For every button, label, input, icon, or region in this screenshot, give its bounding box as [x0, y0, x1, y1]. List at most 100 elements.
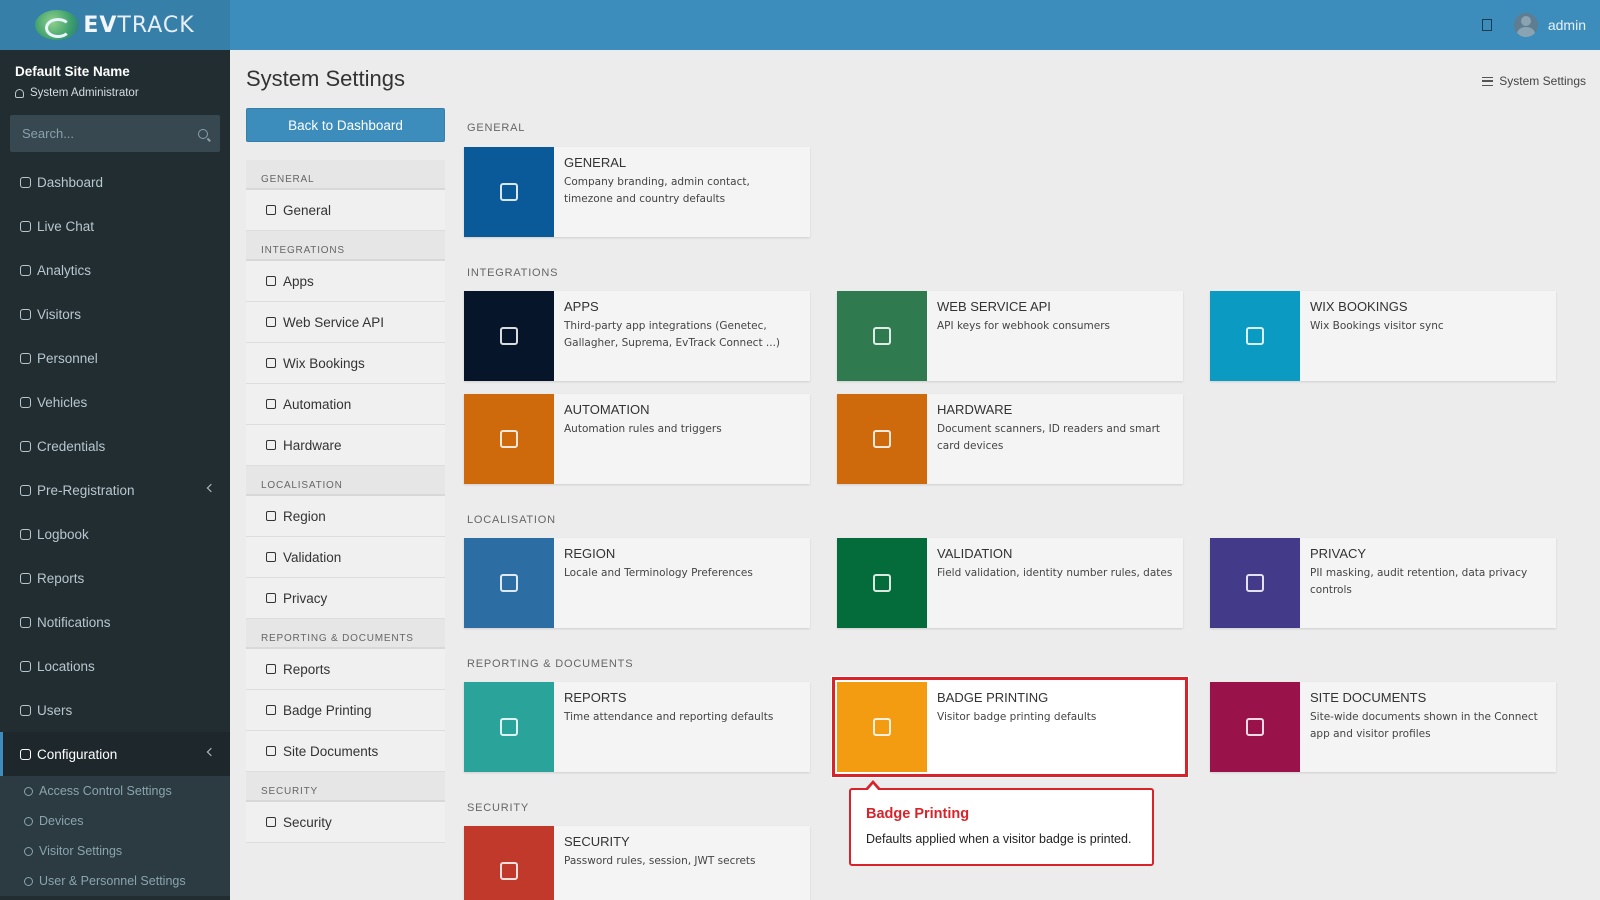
card-general[interactable]: GENERAL Company branding, admin contact, … [464, 147, 810, 237]
search-icon[interactable] [198, 128, 208, 139]
user-name: admin [1547, 17, 1586, 33]
card-title: AUTOMATION [564, 402, 650, 417]
section-general: GENERAL [467, 122, 526, 134]
site-name: Default Site Name [15, 64, 130, 79]
card-desc: Locale and Terminology Preferences [564, 567, 753, 579]
section-reporting: REPORTING & DOCUMENTS [467, 658, 634, 670]
privacy-tile [1210, 538, 1300, 628]
menu-item-apps[interactable]: Apps [246, 261, 445, 302]
card-title: REGION [564, 546, 616, 561]
card-reports[interactable]: REPORTS Time attendance and reporting def… [464, 682, 810, 772]
card-validation[interactable]: VALIDATION Field validation, identity num… [837, 538, 1183, 628]
menu-item-region[interactable]: Region [246, 496, 445, 537]
submenu-item-devices[interactable]: Devices [0, 806, 230, 836]
menu-item-site-documents[interactable]: Site Documents [246, 731, 445, 772]
menu-item-privacy[interactable]: Privacy [246, 578, 445, 619]
tooltip-title: Badge Printing [866, 806, 970, 822]
sidebar-item-reports[interactable]: Reports [0, 556, 230, 600]
sidebar-item-label: Users [37, 702, 73, 718]
circle-icon [24, 816, 33, 826]
headset-icon [20, 220, 31, 232]
submenu-item-access-control-settings[interactable]: Access Control Settings [0, 776, 230, 806]
card-desc: Time attendance and reporting defaults [564, 711, 774, 723]
sidebar-item-visitors[interactable]: Visitors [0, 292, 230, 336]
check-circle-icon [873, 574, 891, 592]
card-region[interactable]: REGION Locale and Terminology Preferences [464, 538, 810, 628]
apps-tile [464, 291, 554, 381]
sidebar-item-locations[interactable]: Locations [0, 644, 230, 688]
card-desc: Company branding, admin contact, timezon… [564, 176, 750, 205]
sidebar-item-logbook[interactable]: Logbook [0, 512, 230, 556]
sidebar-item-users[interactable]: Users [0, 688, 230, 732]
dashboard-icon [20, 176, 31, 188]
menu-item-general[interactable]: General [246, 190, 445, 231]
card-title: BADGE PRINTING [937, 690, 1049, 705]
webapi-tile [837, 291, 927, 381]
menu-item-label: Site Documents [283, 743, 379, 759]
sidebar-search-input[interactable]: Search... [10, 115, 220, 152]
menu-item-web-service-api[interactable]: Web Service API [246, 302, 445, 343]
sidebar-item-live-chat[interactable]: Live Chat [0, 204, 230, 248]
card-badge-printing[interactable]: BADGE PRINTING Visitor badge printing def… [832, 677, 1188, 777]
menu-item-hardware[interactable]: Hardware [246, 425, 445, 466]
menu-item-icon [266, 593, 276, 603]
menu-item-icon [266, 276, 276, 286]
card-web-service-api[interactable]: WEB SERVICE API API keys for webhook cons… [837, 291, 1183, 381]
people-icon [20, 352, 31, 364]
sidebar-item-personnel[interactable]: Personnel [0, 336, 230, 380]
menu-item-wix-bookings[interactable]: Wix Bookings [246, 343, 445, 384]
card-desc: Automation rules and triggers [564, 423, 722, 435]
search-placeholder: Search... [22, 126, 75, 141]
menu-item-reports[interactable]: Reports [246, 649, 445, 690]
card-title: SITE DOCUMENTS [1310, 690, 1427, 705]
card-automation[interactable]: AUTOMATION Automation rules and triggers [464, 394, 810, 484]
card-wix-bookings[interactable]: WIX BOOKINGS Wix Bookings visitor sync [1210, 291, 1556, 381]
back-to-dashboard-button[interactable]: Back to Dashboard [246, 108, 445, 142]
bar-chart-icon [500, 718, 518, 736]
card-title: PRIVACY [1310, 546, 1367, 561]
chevron-left-icon [206, 483, 216, 493]
sliders-icon [1482, 76, 1494, 86]
content-area: System Settings System Settings Back to … [230, 50, 1600, 900]
sidebar-item-notifications[interactable]: Notifications [0, 600, 230, 644]
menu-item-icon [266, 317, 276, 327]
brand-logo[interactable]: EVTRACK [0, 0, 230, 50]
building-icon[interactable] [1481, 19, 1492, 31]
user-menu[interactable]: admin [1513, 13, 1586, 37]
menu-item-validation[interactable]: Validation [246, 537, 445, 578]
card-security[interactable]: SECURITY Password rules, session, JWT sec… [464, 826, 810, 900]
section-localisation: LOCALISATION [467, 514, 556, 526]
menu-item-label: Automation [283, 396, 352, 412]
diamond-arrows-icon [873, 327, 891, 345]
sidebar-item-credentials[interactable]: Credentials [0, 424, 230, 468]
card-desc: Visitor badge printing defaults [937, 711, 1097, 723]
sidebar-item-analytics[interactable]: Analytics [0, 248, 230, 292]
card-desc: Wix Bookings visitor sync [1310, 320, 1444, 332]
list-icon [500, 183, 518, 201]
menu-item-automation[interactable]: Automation [246, 384, 445, 425]
circle-icon [24, 876, 33, 886]
menu-item-badge-printing[interactable]: Badge Printing [246, 690, 445, 731]
card-privacy[interactable]: PRIVACY PII masking, audit retention, dat… [1210, 538, 1556, 628]
menu-item-icon [266, 817, 276, 827]
badge-printing-tooltip: Badge Printing Defaults applied when a v… [849, 780, 1154, 866]
sidebar-item-vehicles[interactable]: Vehicles [0, 380, 230, 424]
sidebar-item-configuration[interactable]: Configuration [0, 732, 230, 776]
submenu-item-user-personnel-settings[interactable]: User & Personnel Settings [0, 866, 230, 896]
sidebar-item-pre-registration[interactable]: Pre-Registration [0, 468, 230, 512]
submenu-item-visitor-settings[interactable]: Visitor Settings [0, 836, 230, 866]
menu-item-icon [266, 552, 276, 562]
sidebar-item-label: Notifications [37, 614, 111, 630]
sidebar-item-label: Reports [37, 570, 85, 586]
card-title: HARDWARE [937, 402, 1013, 417]
target-icon [20, 264, 31, 276]
card-hardware[interactable]: HARDWARE Document scanners, ID readers an… [837, 394, 1183, 484]
brand-prefix: EV [83, 12, 118, 38]
sidebar-item-dashboard[interactable]: Dashboard [0, 160, 230, 204]
sidebar-item-label: Configuration [37, 746, 118, 762]
card-title: WEB SERVICE API [937, 299, 1051, 314]
card-apps[interactable]: APPS Third-party app integrations (Genete… [464, 291, 810, 381]
menu-item-security[interactable]: Security [246, 802, 445, 843]
card-site-documents[interactable]: SITE DOCUMENTS Site-wide documents shown … [1210, 682, 1556, 772]
card-desc: Third-party app integrations (Genetec, G… [564, 320, 781, 349]
